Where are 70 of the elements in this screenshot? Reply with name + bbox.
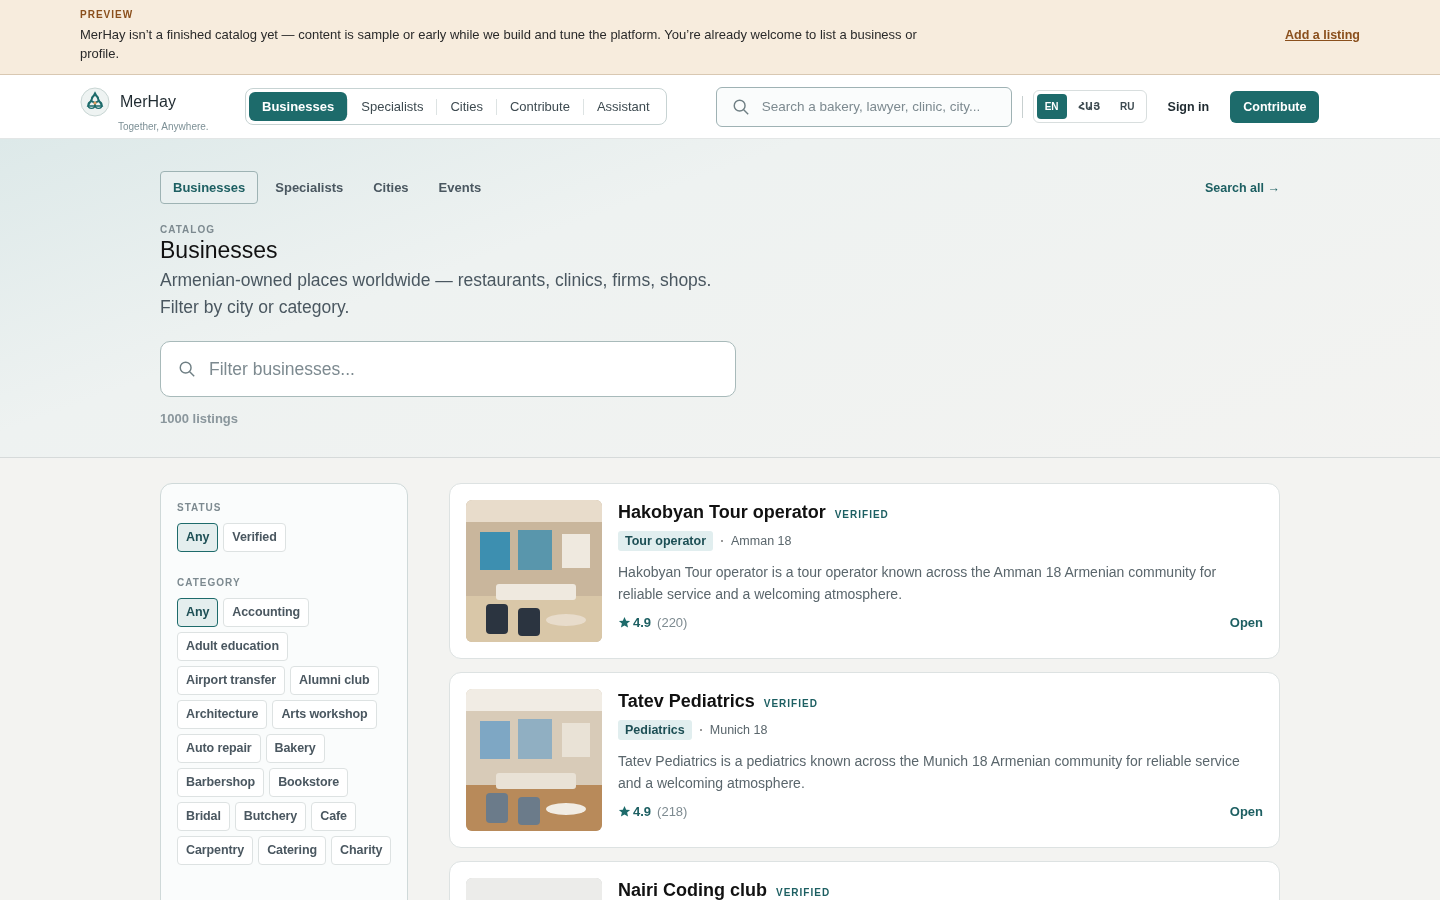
listing-count: 1000 listings bbox=[160, 411, 240, 426]
catalog-tab[interactable]: Cities bbox=[360, 171, 422, 204]
nav-tab[interactable]: Businesses bbox=[249, 92, 348, 121]
add-listing-link[interactable]: Add a listing bbox=[1285, 28, 1360, 42]
filter-chip[interactable]: Alumni club bbox=[290, 666, 379, 695]
review-count: (220) bbox=[657, 615, 688, 630]
filter-chip[interactable]: Verified bbox=[223, 523, 286, 552]
contribute-button[interactable]: Contribute bbox=[1230, 90, 1320, 123]
filter-chip[interactable]: Architecture bbox=[177, 700, 268, 729]
open-link[interactable]: Open bbox=[1229, 615, 1263, 630]
filter-chip[interactable]: Cafe bbox=[311, 802, 356, 831]
search-icon bbox=[178, 360, 196, 378]
section-eyebrow: CATALOG bbox=[160, 224, 216, 235]
category-tag: Pediatrics bbox=[618, 720, 692, 740]
star-icon bbox=[618, 805, 631, 818]
filter-heading: STATUS bbox=[177, 502, 223, 513]
site-search-field[interactable]: Search a bakery, lawyer, clinic, city... bbox=[715, 86, 1012, 127]
listing-description: Hakobyan Tour operator is a tour operator known across the Amman 18 Armenian community for reliable service and a welcoming atmosphere. bbox=[618, 563, 1218, 604]
verified-label: VERIFIED bbox=[776, 887, 831, 898]
nav-tab[interactable]: Assistant bbox=[583, 92, 663, 121]
review-count: (218) bbox=[657, 804, 688, 819]
filter-field[interactable]: Filter businesses... bbox=[160, 341, 736, 397]
banner-message: MerHay isn’t a finished catalog yet — content is sample or early while we build and tune the platform. You’re already welcome to list a business or profile. bbox=[80, 26, 918, 63]
filter-chip[interactable]: Airport transfer bbox=[177, 666, 286, 695]
brand-name: MerHay bbox=[120, 93, 176, 111]
language-option[interactable]: EN bbox=[1036, 94, 1067, 119]
nav-tab[interactable]: Specialists bbox=[348, 92, 437, 121]
sign-in-link[interactable]: Sign in bbox=[1167, 99, 1210, 114]
logo-icon bbox=[80, 87, 110, 117]
rating-value: 4.9 bbox=[633, 804, 652, 819]
listing-description: Tatev Pediatrics is a pediatrics known across the Munich 18 Armenian community for reliable service and a welcoming atmosphere. bbox=[618, 752, 1241, 793]
language-option[interactable]: ՀԱՅ bbox=[1070, 94, 1109, 119]
filter-chip[interactable]: Charity bbox=[331, 836, 392, 865]
filter-chip[interactable]: Bakery bbox=[265, 734, 325, 763]
listing-title: Hakobyan Tour operator bbox=[618, 502, 826, 523]
filter-chip[interactable]: Barbershop bbox=[177, 768, 265, 797]
city-name: Munich 18 bbox=[709, 723, 768, 737]
page-description: Armenian-owned places worldwide — restaurants, clinics, firms, shops. Filter by city or category. bbox=[160, 269, 713, 319]
filter-chip[interactable]: Auto repair bbox=[177, 734, 261, 763]
listing-title: Tatev Pediatrics bbox=[618, 691, 755, 712]
catalog-tab[interactable]: Events bbox=[425, 171, 495, 204]
filter-chip[interactable]: Catering bbox=[258, 836, 327, 865]
filter-chip[interactable]: Bookstore bbox=[269, 768, 349, 797]
verified-label: VERIFIED bbox=[763, 698, 818, 709]
category-tag: Tour operator bbox=[618, 531, 714, 551]
filter-chip[interactable]: Butchery bbox=[234, 802, 307, 831]
filter-chip[interactable]: Adult education bbox=[177, 632, 288, 661]
catalog-tab[interactable]: Specialists bbox=[262, 171, 357, 204]
city-name: Amman 18 bbox=[731, 534, 792, 548]
tagline: Together, Anywhere. bbox=[118, 121, 210, 132]
filter-chip[interactable]: Any bbox=[177, 523, 219, 552]
filter-chip[interactable]: Carpentry bbox=[177, 836, 254, 865]
rating-value: 4.9 bbox=[633, 615, 652, 630]
open-link[interactable]: Open bbox=[1229, 804, 1263, 819]
filter-chip[interactable]: Any bbox=[177, 598, 219, 627]
nav-tab[interactable]: Contribute bbox=[496, 92, 583, 121]
filter-chip[interactable]: Arts workshop bbox=[272, 700, 377, 729]
search-icon bbox=[731, 97, 750, 116]
listing-title: Nairi Coding club bbox=[618, 880, 767, 900]
language-option[interactable]: RU bbox=[1112, 94, 1143, 119]
filter-heading: CATEGORY bbox=[177, 577, 242, 588]
verified-label: VERIFIED bbox=[834, 509, 889, 520]
filter-chip[interactable]: Accounting bbox=[223, 598, 310, 627]
star-icon bbox=[618, 616, 631, 629]
filter-chip[interactable]: Bridal bbox=[177, 802, 230, 831]
page-title: Businesses bbox=[160, 237, 279, 264]
banner-label: PREVIEW bbox=[80, 9, 135, 20]
search-all-link[interactable]: Search all → bbox=[1204, 180, 1280, 195]
nav-tab[interactable]: Cities bbox=[437, 92, 496, 121]
catalog-tab[interactable]: Businesses bbox=[160, 171, 259, 204]
